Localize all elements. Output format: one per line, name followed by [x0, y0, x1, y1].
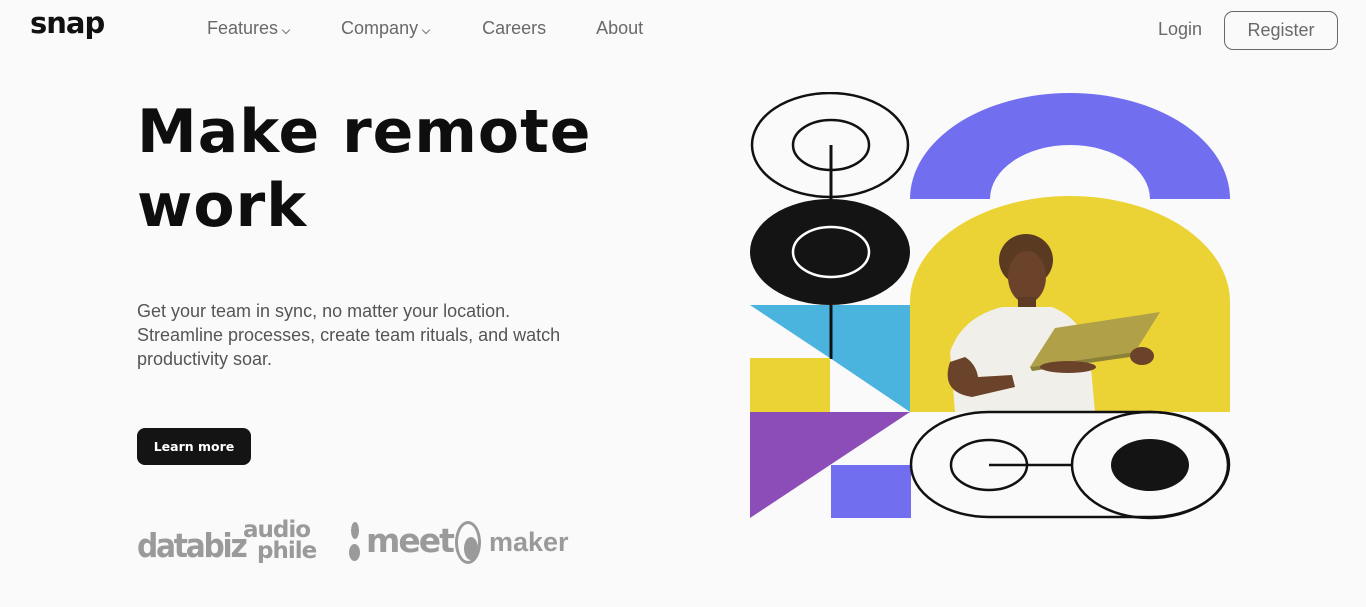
client-logos: databiz audio phile meet maker [137, 517, 569, 569]
meet-mark-icon [349, 521, 360, 561]
brand-logo[interactable]: snap [30, 6, 105, 40]
person-photo [910, 196, 1230, 412]
chevron-down-icon [281, 25, 291, 34]
maker-mark-icon [455, 521, 481, 564]
purple-arch-shape [910, 93, 1230, 199]
nav-features[interactable]: Features [207, 18, 291, 39]
maker-logo-text: maker [489, 527, 569, 557]
nav-company[interactable]: Company [341, 18, 431, 39]
nav-company-label: Company [341, 18, 419, 38]
chevron-down-icon [421, 25, 431, 34]
nav-careers[interactable]: Careers [482, 18, 546, 39]
black-circle-shape [750, 199, 910, 305]
maker-logo: maker [455, 521, 569, 564]
hero-title: Make remote work [137, 97, 592, 241]
register-button[interactable]: Register [1224, 11, 1338, 50]
main-nav: Features Company Careers About [207, 18, 643, 39]
login-link[interactable]: Login [1158, 19, 1202, 40]
hero-illustration [750, 92, 1231, 520]
learn-more-button[interactable]: Learn more [137, 428, 251, 465]
pill-shape [909, 410, 1231, 520]
databiz-logo: databiz [137, 526, 248, 565]
hero-description: Get your team in sync, no matter your lo… [137, 301, 561, 369]
meet-logo: meet [349, 521, 455, 561]
nav-about[interactable]: About [596, 18, 643, 39]
purple-square-shape [831, 465, 911, 518]
audiophile-logo-line2: phile [257, 538, 317, 564]
audiophile-logo: audio phile [243, 519, 343, 564]
landing-page: snap Features Company Careers About Logi… [0, 0, 1366, 607]
meet-logo-text: meet [366, 521, 455, 560]
yellow-square-shape [750, 358, 830, 412]
nav-features-label: Features [207, 18, 279, 38]
